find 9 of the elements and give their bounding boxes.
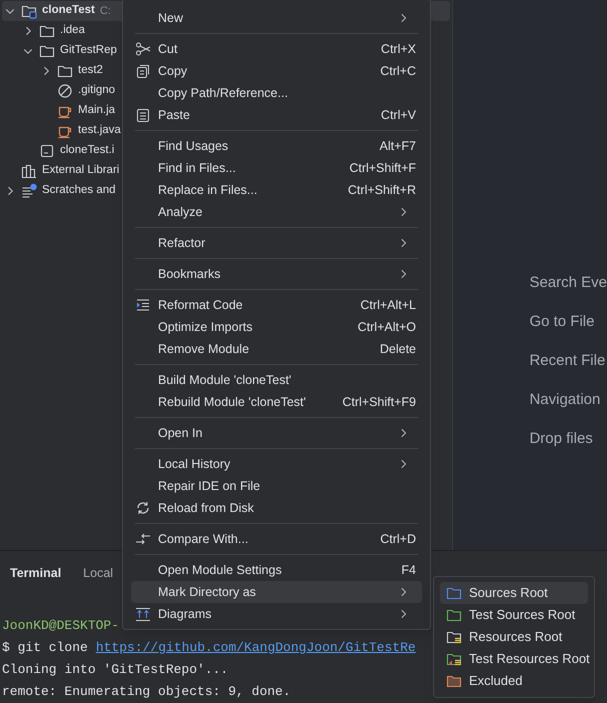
editor-hint: Drop files <box>529 429 594 449</box>
editor-hint: Navigation <box>529 390 602 410</box>
editor-hint: Go to File <box>529 312 596 332</box>
terminal-line: $ git clone <box>2 639 88 657</box>
terminal-line: remote: Enumerating objects: 9, done. <box>2 683 291 701</box>
editor-hint: Search Eve <box>529 273 607 293</box>
terminal-line: Cloning into 'GitTestRepo'... <box>2 661 228 679</box>
terminal-line: JoonKD@DESKTOP- <box>2 617 120 635</box>
editor-hint: Recent File <box>529 351 606 371</box>
